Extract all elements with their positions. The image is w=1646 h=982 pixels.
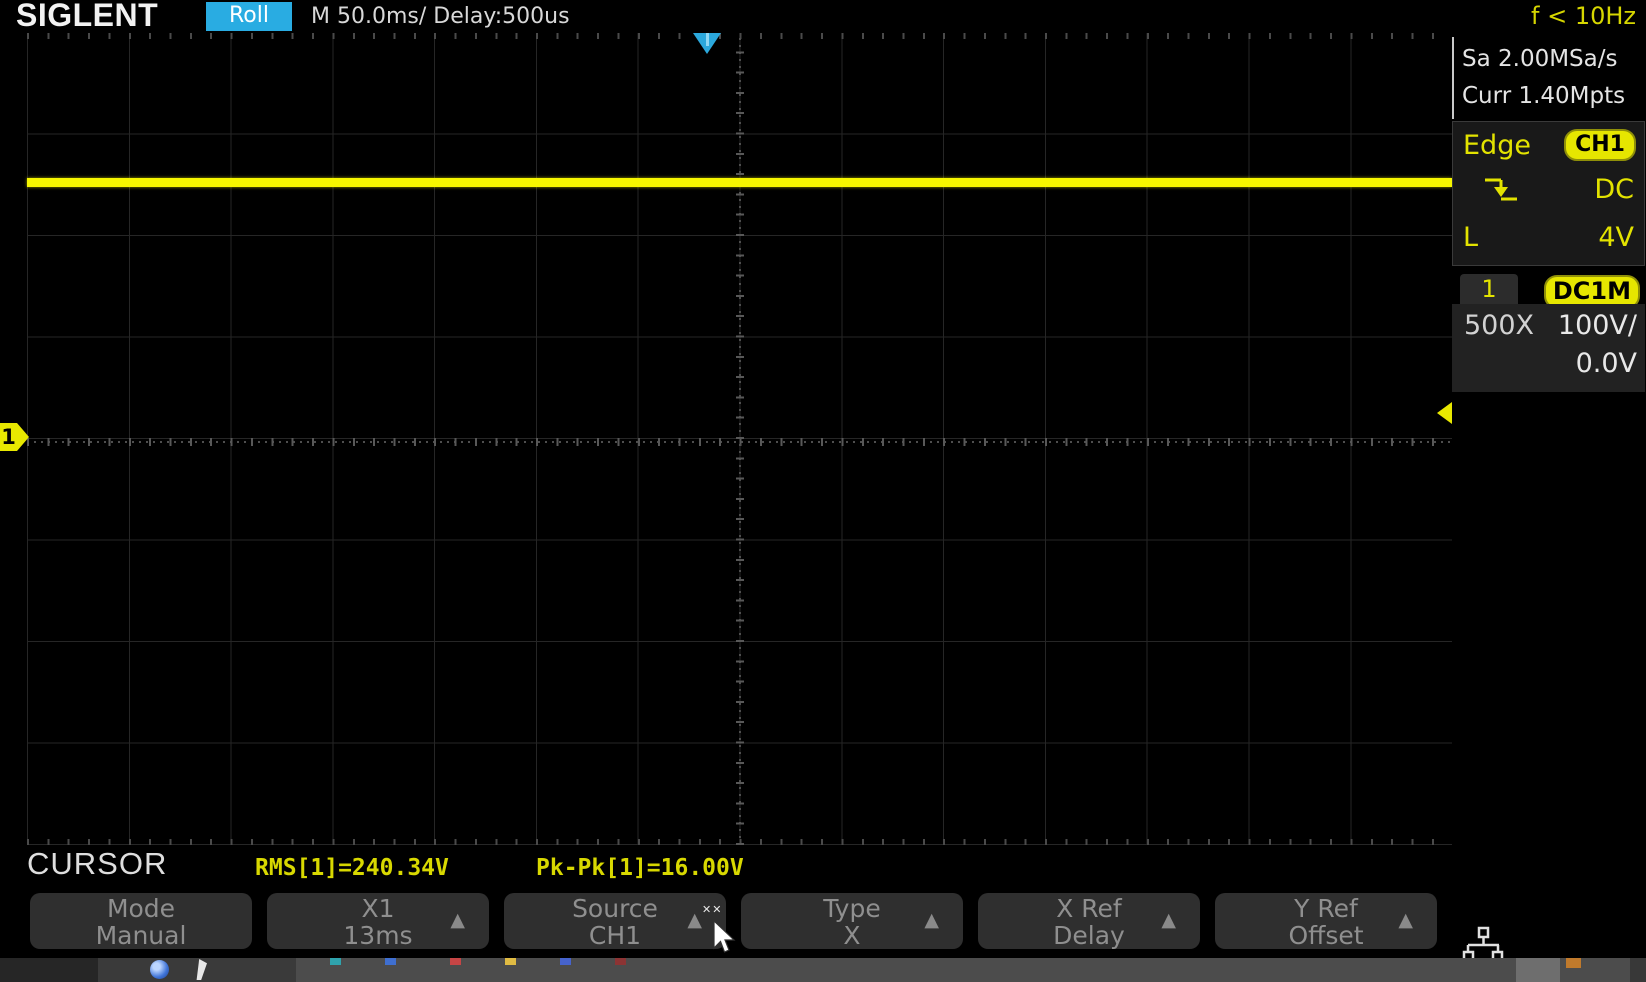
trigger-level-marker-icon <box>1437 402 1452 424</box>
oscilloscope-screen: SIGLENT Roll M 50.0ms/ Delay:500us f < 1… <box>0 0 1646 982</box>
channel1-tab[interactable]: 1 <box>1460 274 1518 304</box>
taskbar <box>0 958 1646 982</box>
browser-globe-icon[interactable] <box>150 960 169 979</box>
grid-center-vertical-ticks <box>736 33 744 845</box>
up-arrow-icon: ▲ <box>1161 909 1176 931</box>
taskbar-icon[interactable] <box>615 958 626 965</box>
softkey-mode-value: Manual <box>95 921 187 950</box>
memory-depth-readout: Curr 1.40Mpts <box>1462 83 1626 109</box>
softkey-mode[interactable]: Mode Manual <box>30 893 252 949</box>
acquisition-mode-badge[interactable]: Roll <box>206 2 292 31</box>
trigger-level-label: L <box>1463 222 1479 253</box>
siglent-logo: SIGLENT <box>16 0 159 33</box>
trigger-panel: Edge CH1 DC L 4V <box>1452 121 1645 266</box>
taskbar-tray-box[interactable] <box>1516 958 1560 982</box>
mouse-cursor-icon <box>712 919 736 960</box>
softkey-type[interactable]: Type X ▲ <box>741 893 963 949</box>
taskbar-icon[interactable] <box>385 958 396 965</box>
taskbar-orange-icon[interactable] <box>1566 958 1581 968</box>
taskbar-icon[interactable] <box>450 958 461 965</box>
pen-app-icon[interactable] <box>196 959 207 980</box>
softkey-x1[interactable]: X1 13ms ▲ <box>267 893 489 949</box>
header-bar: SIGLENT Roll M 50.0ms/ Delay:500us f < 1… <box>0 0 1646 33</box>
up-arrow-icon: ▲ <box>1398 909 1413 931</box>
cursor-busy-glyph: ✕✕ <box>702 903 723 916</box>
taskbar-icon[interactable] <box>560 958 571 965</box>
trigger-level-value: 4V <box>1598 222 1634 253</box>
frequency-counter: f < 10Hz <box>1531 2 1636 30</box>
acquisition-panel: Sa 2.00MSa/s Curr 1.40Mpts <box>1452 37 1644 119</box>
up-arrow-icon: ▲ <box>924 909 939 931</box>
channel1-probe-attenuation: 500X <box>1464 310 1535 341</box>
taskbar-app-box[interactable] <box>98 958 296 982</box>
trigger-mode-label: Edge <box>1463 130 1531 161</box>
up-arrow-icon: ▲ <box>687 909 702 931</box>
ch1-ground-marker-icon: 1 <box>0 423 29 451</box>
softkey-source[interactable]: Source CH1 ▲ <box>504 893 726 949</box>
waveform-grid <box>27 33 1452 845</box>
timebase-readout: M 50.0ms/ Delay:500us <box>311 4 570 29</box>
taskbar-icon[interactable] <box>505 958 516 965</box>
trigger-source-badge: CH1 <box>1564 129 1636 161</box>
taskbar-icon[interactable] <box>330 958 341 965</box>
active-menu-title: CURSOR <box>27 846 168 881</box>
channel1-panel: 1 DC1M 500X 100V/ 0.0V <box>1452 272 1645 392</box>
trigger-coupling-label: DC <box>1594 174 1634 205</box>
up-arrow-icon: ▲ <box>450 909 465 931</box>
falling-edge-icon <box>1481 174 1521 210</box>
softkey-xref[interactable]: X Ref Delay ▲ <box>978 893 1200 949</box>
channel1-volts-per-div: 100V/ <box>1557 310 1637 341</box>
taskbar-end-section <box>1630 958 1646 982</box>
channel1-details: 500X 100V/ 0.0V <box>1452 304 1645 392</box>
channel1-offset: 0.0V <box>1575 348 1637 379</box>
ch1-trace <box>27 178 1452 187</box>
trigger-position-marker-line <box>706 33 709 46</box>
sample-rate-readout: Sa 2.00MSa/s <box>1462 46 1618 72</box>
softkey-yref[interactable]: Y Ref Offset ▲ <box>1215 893 1437 949</box>
measurement-pkpk: Pk-Pk[1]=16.00V <box>536 855 744 881</box>
taskbar-dark-section <box>0 958 98 982</box>
softkey-mode-label: Mode <box>106 894 176 923</box>
measurement-rms: RMS[1]=240.34V <box>255 855 449 881</box>
